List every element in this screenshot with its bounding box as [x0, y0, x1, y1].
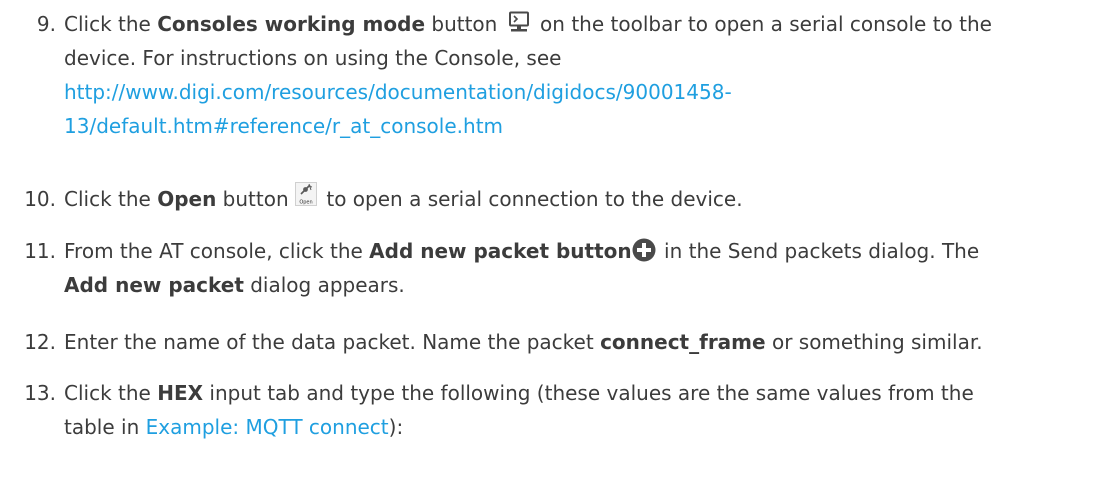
step-number: 13. [24, 381, 56, 405]
add-circle-icon [632, 238, 656, 262]
step-number: 9. [36, 12, 56, 36]
step-bold-text: Add new packet button [369, 239, 632, 263]
mqtt-connect-example-link[interactable]: Example: MQTT connect [146, 415, 389, 439]
step-line: Enter the name of the data packet. Name … [64, 325, 1088, 359]
console-docs-link-continued[interactable]: 13/default.htm#reference/r_at_console.ht… [64, 109, 1088, 143]
step-text: Enter the name of the data packet. Name … [64, 330, 601, 354]
step-line: Click the Open button Open to open a ser… [64, 181, 1088, 216]
step-line: Click the HEX input tab and type the fol… [64, 376, 1088, 410]
step-text: device. For instructions on using the Co… [64, 46, 562, 70]
link-text: 13/default.htm#reference/r_at_console.ht… [64, 114, 504, 138]
step-text: ): [388, 415, 404, 439]
step-text: button [425, 12, 504, 36]
step-line: Click the Consoles working mode button o… [64, 7, 1088, 41]
step-text: Click the [64, 187, 158, 211]
link-text: http://www.digi.com/resources/documentat… [64, 80, 732, 104]
step-line: Add new packet dialog appears. [64, 268, 1088, 302]
step-text: to open a serial connection to the devic… [320, 187, 743, 211]
step-bold-text: HEX [157, 381, 204, 405]
open-plug-icon: Open [295, 181, 318, 206]
step-line: From the AT console, click the Add new p… [64, 234, 1088, 268]
step-text: Click the [64, 12, 158, 36]
console-docs-link[interactable]: http://www.digi.com/resources/documentat… [64, 75, 1088, 109]
step-body: From the AT console, click the Add new p… [64, 234, 1088, 302]
step-text: From the AT console, click the [64, 239, 370, 263]
step-line: table in Example: MQTT connect): [64, 410, 1088, 444]
console-monitor-icon [508, 11, 530, 33]
step-text: Click the [64, 381, 158, 405]
step-number: 11. [24, 239, 56, 263]
step-number: 12. [24, 330, 56, 354]
step-text: on the toolbar to open a serial console … [533, 12, 992, 36]
step-body: Click the Open button Open to open a ser… [64, 181, 1088, 216]
svg-text:Open: Open [299, 199, 312, 205]
step-body: Click the HEX input tab and type the fol… [64, 376, 1088, 444]
step-bold-text: connect_frame [600, 330, 766, 354]
step-number: 10. [24, 187, 56, 211]
step-text: input tab and type the following (these … [203, 381, 974, 405]
step-text: table in [64, 415, 146, 439]
step-bold-text: Open [157, 187, 217, 211]
step-bold-text: Add new packet [64, 273, 244, 297]
step-body: Enter the name of the data packet. Name … [64, 325, 1088, 359]
step-text: in the Send packets dialog. The [657, 239, 980, 263]
step-text: or something similar. [765, 330, 983, 354]
step-text: dialog appears. [243, 273, 405, 297]
step-body: Click the Consoles working mode button o… [64, 7, 1088, 143]
instruction-steps: 9. Click the Consoles working mode butto… [0, 0, 1099, 484]
step-text: button [216, 187, 296, 211]
step-bold-text: Consoles working mode [157, 12, 426, 36]
